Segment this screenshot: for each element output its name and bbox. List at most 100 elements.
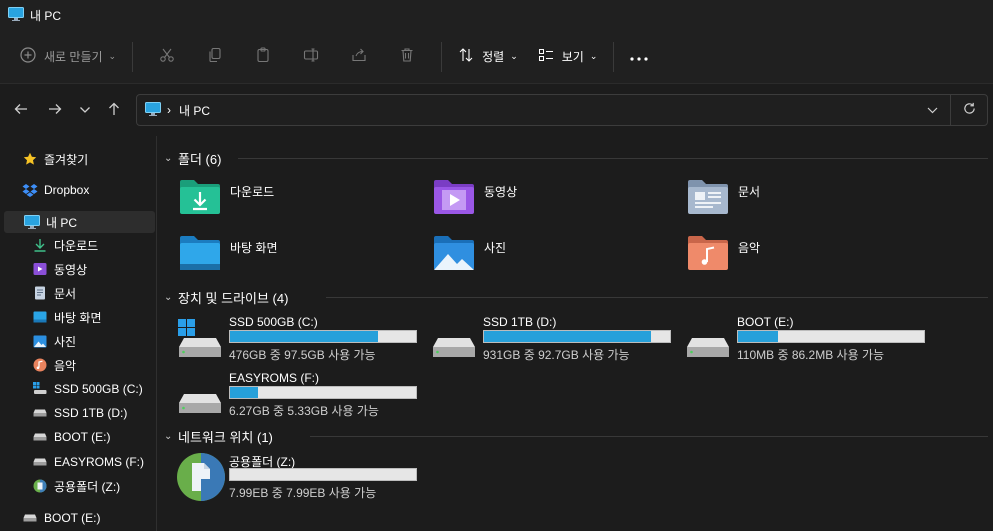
sidebar-item-documents[interactable]: 문서 [32,282,152,304]
drive-name: SSD 1TB (D:) [483,315,557,329]
folder-item-videos[interactable]: 동영상 [432,178,517,219]
drive-usage-fill [230,387,258,398]
sidebar-item-label: 다운로드 [54,238,99,253]
folder-label: 사진 [484,241,507,255]
drive-usage-fill [230,331,378,342]
network-drive-icon [32,478,48,494]
folder-label: 바탕 화면 [230,241,278,255]
share-button[interactable] [335,40,383,74]
chevron-down-icon: ⌄ [164,292,173,303]
section-divider [238,158,988,159]
drive-item-e[interactable]: BOOT (E:) 110MB 중 86.2MB 사용 가능 [686,315,926,365]
breadcrumb[interactable]: 내 PC [179,102,210,119]
sidebar-item-downloads[interactable]: 다운로드 [32,234,152,256]
drive-free-space: 931GB 중 92.7GB 사용 가능 [483,348,630,362]
section-divider [326,297,988,298]
sidebar-item-boot-drive[interactable]: BOOT (E:) [22,507,152,529]
drive-usage-bar [483,330,671,343]
window-title: 내 PC [30,8,62,23]
monitor-icon [8,6,24,24]
folder-label: 동영상 [484,185,518,199]
document-icon [32,285,48,301]
sidebar-item-label: BOOT (E:) [44,511,101,525]
drive-free-space: 110MB 중 86.2MB 사용 가능 [737,348,885,362]
section-header-devices[interactable]: ⌄ 장치 및 드라이브 (4) [164,288,288,307]
refresh-button[interactable] [951,95,987,125]
drive-icon [432,319,476,359]
rename-icon [303,47,319,66]
video-icon [32,261,48,277]
drive-item-d[interactable]: SSD 1TB (D:) 931GB 중 92.7GB 사용 가능 [432,315,672,365]
folder-item-music[interactable]: 음악 [686,234,760,275]
sidebar-item-music[interactable]: 음악 [32,354,152,376]
music-icon [32,357,48,373]
drive-icon [32,405,48,421]
arrow-left-icon [14,103,28,118]
folder-item-downloads[interactable]: 다운로드 [178,178,274,219]
sidebar-item-drive-e[interactable]: BOOT (E:) [32,426,152,448]
sidebar-item-drive-d[interactable]: SSD 1TB (D:) [32,402,152,424]
new-button-label: 새로 만들기 [44,50,103,64]
toolbar-divider [613,41,615,72]
breadcrumb-chevron-icon[interactable]: › [167,103,171,117]
up-button[interactable] [99,95,129,125]
drive-usage-fill [738,331,779,342]
chevron-down-icon: ⌄ [164,431,173,442]
folder-item-pictures[interactable]: 사진 [432,234,506,275]
view-button-label: 보기 [561,50,584,64]
monitor-icon [145,101,161,119]
drive-usage-bar [229,468,417,481]
chevron-down-icon: ⌄ [164,153,173,164]
picture-icon [32,333,48,349]
sidebar-item-this-pc[interactable]: 내 PC [4,211,155,233]
chevron-down-icon [927,103,938,117]
toolbar-divider [441,41,443,72]
drive-usage-bar [229,386,417,399]
sidebar-item-dropbox[interactable]: Dropbox [22,179,152,201]
network-drive-item-z[interactable]: 공용폴더 (Z:) 7.99EB 중 7.99EB 사용 가능 [177,453,418,503]
delete-button[interactable] [383,40,431,74]
arrow-right-icon [48,103,62,118]
folder-item-documents[interactable]: 문서 [686,178,760,219]
back-button[interactable] [6,95,36,125]
rename-button[interactable] [287,40,335,74]
new-button[interactable]: 새로 만들기 ⌄ [14,40,122,74]
download-folder-icon [178,178,222,219]
sidebar-item-drive-c[interactable]: SSD 500GB (C:) [32,378,152,400]
desktop-icon [32,309,48,325]
recent-locations-button[interactable] [70,95,100,125]
view-button[interactable]: 보기 ⌄ [532,40,604,74]
chevron-down-icon [79,103,91,117]
windows-drive-icon [32,381,48,397]
folder-item-desktop[interactable]: 바탕 화면 [178,234,278,275]
forward-button[interactable] [40,95,70,125]
folder-label: 음악 [738,241,761,255]
section-header-network[interactable]: ⌄ 네트워크 위치 (1) [164,427,273,446]
drive-usage-bar [737,330,925,343]
copy-button[interactable] [191,40,239,74]
drive-name: SSD 500GB (C:) [229,315,318,329]
cut-button[interactable] [143,40,191,74]
more-options-button[interactable] [624,40,654,74]
sidebar-item-drive-z[interactable]: 공용폴더 (Z:) [32,475,152,497]
section-header-folders[interactable]: ⌄ 폴더 (6) [164,149,221,168]
address-bar[interactable]: › 내 PC [136,94,988,126]
sidebar-item-drive-f[interactable]: EASYROMS (F:) [32,451,152,473]
sidebar-item-favorites[interactable]: 즐겨찾기 [22,148,152,170]
sidebar-item-pictures[interactable]: 사진 [32,330,152,352]
sidebar-item-desktop[interactable]: 바탕 화면 [32,306,152,328]
navigation-bar: › 내 PC [0,84,993,136]
drive-icon [178,375,222,415]
sidebar-item-videos[interactable]: 동영상 [32,258,152,280]
sort-arrows-icon [458,47,474,66]
drive-item-f[interactable]: EASYROMS (F:) 6.27GB 중 5.33GB 사용 가능 [178,371,418,421]
sort-button[interactable]: 정렬 ⌄ [452,40,524,74]
video-folder-icon [432,178,476,219]
command-bar: 새로 만들기 ⌄ 정렬 ⌄ 보기 ⌄ [0,30,993,84]
drive-free-space: 6.27GB 중 5.33GB 사용 가능 [229,404,379,418]
paste-button[interactable] [239,40,287,74]
trash-icon [399,47,415,66]
sidebar-item-label: Dropbox [44,183,90,197]
drive-item-c[interactable]: SSD 500GB (C:) 476GB 중 97.5GB 사용 가능 [178,315,418,365]
address-history-button[interactable] [914,95,950,125]
